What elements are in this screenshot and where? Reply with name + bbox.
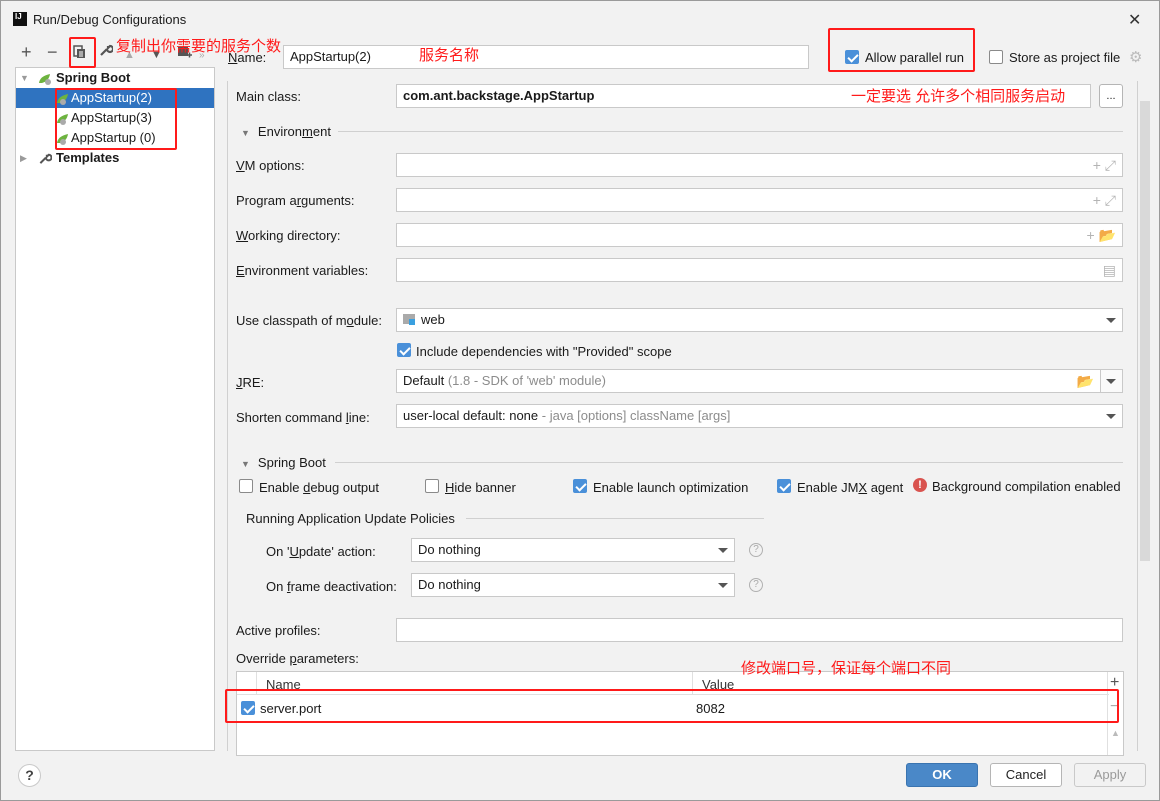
spring-boot-icon — [39, 74, 51, 85]
tree-group-label: Templates — [56, 150, 120, 165]
active-profiles-input[interactable] — [396, 618, 1123, 642]
working-directory-input[interactable]: + 📂 — [396, 223, 1123, 247]
environment-variables-label: Environment variables: — [236, 263, 369, 278]
add-configuration-button[interactable]: + — [21, 43, 32, 61]
shorten-command-line-select[interactable]: user-local default: none - java [options… — [396, 404, 1123, 428]
module-folder-icon — [403, 314, 415, 325]
folder-icon[interactable]: + 📂 — [1087, 224, 1117, 246]
frame-deactivation-select[interactable]: Do nothing — [411, 573, 735, 597]
jre-label: JRE: — [236, 375, 265, 390]
shorten-command-line-label: Shorten command line: — [236, 410, 370, 425]
error-icon: ! — [913, 478, 927, 492]
panel-divider — [227, 81, 228, 751]
enable-jmx-agent-checkbox[interactable] — [777, 479, 791, 493]
jre-select[interactable]: Default (1.8 - SDK of 'web' module) 📂 — [396, 369, 1101, 393]
help-button[interactable]: ? — [18, 764, 41, 787]
annotation-box-parallel — [828, 28, 975, 72]
annotation-copy-note: 复制出你需要的服务个数 — [116, 38, 282, 55]
enable-debug-output-label: Enable debug output — [259, 480, 380, 495]
move-up-icon[interactable]: ▲ — [1111, 728, 1120, 738]
wrench-icon — [39, 153, 52, 164]
jre-dropdown-button[interactable] — [1100, 369, 1123, 393]
program-arguments-label: Program arguments: — [236, 193, 355, 208]
background-compilation-status: Background compilation enabled — [932, 479, 1121, 494]
hide-banner-label: Hide banner — [445, 480, 516, 495]
environment-variables-input[interactable]: ▤ — [396, 258, 1123, 282]
remove-configuration-button[interactable]: − — [47, 43, 58, 61]
help-icon[interactable]: ? — [749, 543, 763, 557]
program-arguments-input[interactable]: + ⤢ — [396, 188, 1123, 212]
enable-launch-optimization-label: Enable launch optimization — [593, 480, 749, 495]
update-policies-title: Running Application Update Policies — [246, 511, 455, 526]
enable-launch-optimization-checkbox[interactable] — [573, 479, 587, 493]
annotation-box-port — [225, 689, 1119, 723]
collapse-arrow-icon[interactable]: ▶ — [20, 148, 27, 168]
annotation-box-configs — [55, 88, 177, 150]
close-icon[interactable]: ✕ — [1128, 10, 1141, 30]
tree-group-label: Spring Boot — [56, 70, 131, 85]
cancel-button[interactable]: Cancel — [990, 763, 1062, 787]
chevron-down-icon — [718, 548, 728, 553]
chevron-down-icon — [1106, 414, 1116, 419]
separator — [466, 518, 764, 519]
annotation-name-note: 服务名称 — [419, 47, 480, 64]
collapse-arrow-icon: ▼ — [241, 459, 250, 469]
annotation-box-copy — [69, 37, 96, 68]
override-parameters-label: Override parameters: — [236, 651, 359, 666]
classpath-module-label: Use classpath of module: — [236, 313, 382, 328]
store-as-project-file-checkbox[interactable] — [989, 50, 1003, 64]
scrollbar-thumb[interactable] — [1140, 101, 1150, 561]
wrench-icon — [100, 44, 115, 56]
help-icon[interactable]: ? — [749, 578, 763, 592]
vm-options-label: VM options: — [236, 158, 305, 173]
include-provided-deps-label: Include dependencies with "Provided" sco… — [416, 344, 672, 359]
working-directory-label: Working directory: — [236, 228, 341, 243]
separator — [338, 131, 1123, 132]
chevron-down-icon — [718, 583, 728, 588]
store-as-project-file-label: Store as project file — [1009, 50, 1121, 65]
run-debug-dialog: IJ Run/Debug Configurations ✕ + − ▲ ▼ » … — [0, 0, 1160, 801]
document-icon[interactable]: ▤ — [1103, 259, 1116, 281]
apply-button[interactable]: Apply — [1074, 763, 1146, 787]
active-profiles-label: Active profiles: — [236, 623, 321, 638]
tree-group-spring-boot[interactable]: ▼ Spring Boot — [16, 68, 214, 88]
expand-field-icon[interactable]: + ⤢ — [1093, 154, 1116, 176]
environment-section-header[interactable]: ▼ Environment — [241, 124, 331, 139]
ok-button[interactable]: OK — [906, 763, 978, 787]
browse-main-class-button[interactable]: ... — [1099, 84, 1123, 108]
vm-options-input[interactable]: + ⤢ — [396, 153, 1123, 177]
name-input[interactable]: AppStartup(2) — [283, 45, 809, 69]
tree-group-templates[interactable]: ▶ Templates — [16, 148, 214, 168]
annotation-port-note: 修改端口号，保证每个端口不同 — [741, 660, 952, 677]
window-title: Run/Debug Configurations — [33, 12, 187, 27]
include-provided-deps-checkbox[interactable] — [397, 343, 411, 357]
folder-icon[interactable]: 📂 — [1077, 370, 1094, 392]
edit-defaults-button[interactable] — [99, 43, 115, 62]
chevron-down-icon — [1106, 318, 1116, 323]
main-class-label: Main class: — [236, 89, 302, 104]
classpath-module-select[interactable]: web — [396, 308, 1123, 332]
configuration-tree[interactable]: ▼ Spring Boot AppStartup(2) AppStartup(3… — [15, 67, 215, 751]
enable-debug-output-checkbox[interactable] — [239, 479, 253, 493]
expand-arrow-icon[interactable]: ▼ — [20, 68, 29, 88]
hide-banner-checkbox[interactable] — [425, 479, 439, 493]
update-action-label: On 'Update' action: — [266, 544, 376, 559]
annotation-parallel-note: 一定要选 允许多个相同服务启动 — [851, 88, 1066, 105]
intellij-app-icon: IJ — [13, 12, 27, 26]
expand-field-icon[interactable]: + ⤢ — [1093, 189, 1116, 211]
gear-icon[interactable]: ⚙ — [1129, 48, 1142, 66]
frame-deactivation-label: On frame deactivation: — [266, 579, 397, 594]
enable-jmx-agent-label: Enable JMX agent — [797, 480, 904, 495]
chevron-down-icon — [1106, 379, 1116, 384]
collapse-arrow-icon: ▼ — [241, 128, 250, 138]
separator — [335, 462, 1123, 463]
spring-boot-section-header[interactable]: ▼ Spring Boot — [241, 455, 326, 470]
update-action-select[interactable]: Do nothing — [411, 538, 735, 562]
